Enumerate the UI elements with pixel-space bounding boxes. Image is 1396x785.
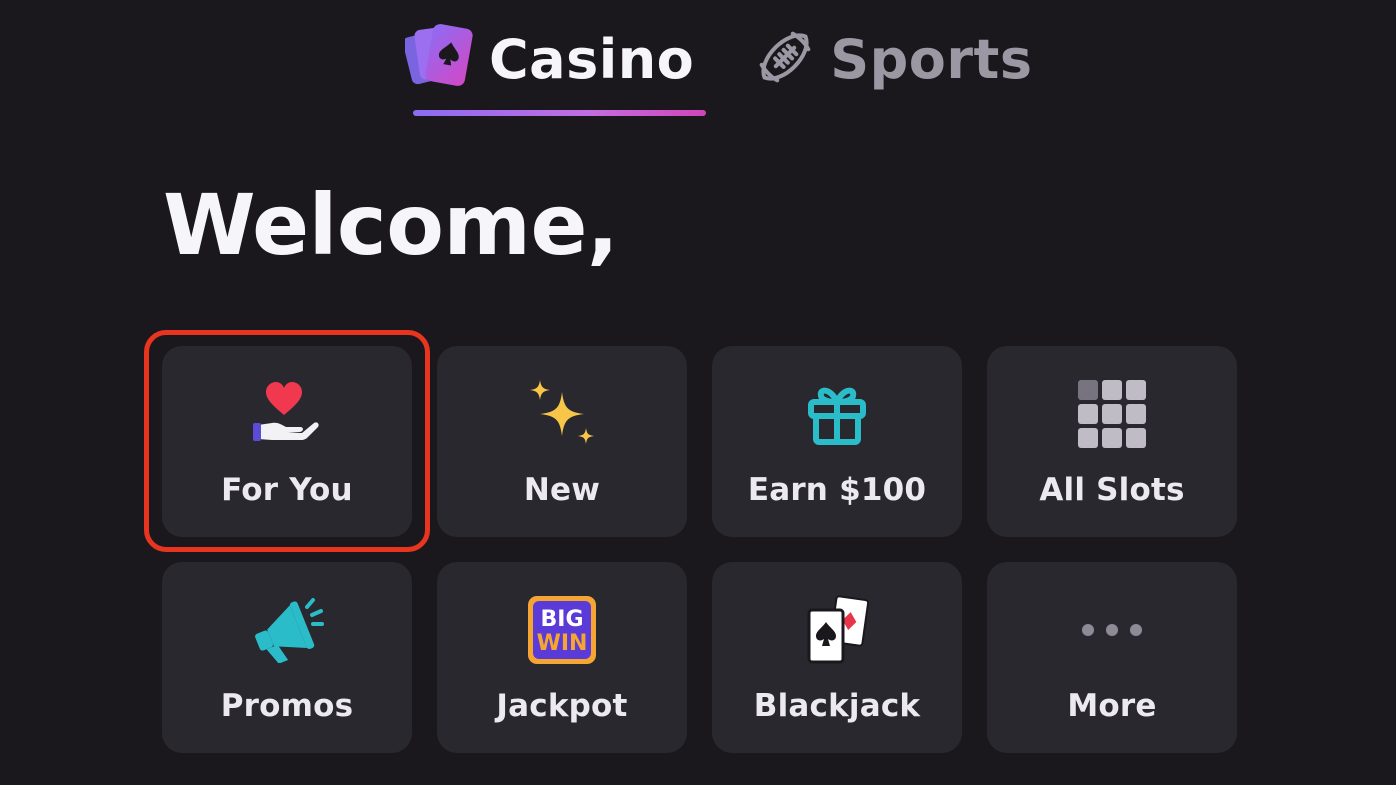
tile-promos[interactable]: Promos bbox=[162, 562, 412, 753]
tile-earn-100[interactable]: Earn $100 bbox=[712, 346, 962, 537]
tile-new-label: New bbox=[523, 472, 601, 508]
top-tabs: Casino Sports bbox=[402, 18, 1033, 116]
tile-earn-100-label: Earn $100 bbox=[747, 472, 927, 508]
tab-sports[interactable]: Sports bbox=[752, 18, 1032, 100]
more-dots-icon bbox=[1070, 588, 1154, 672]
sparkles-icon bbox=[520, 372, 604, 456]
megaphone-icon bbox=[245, 588, 329, 672]
active-tab-indicator bbox=[413, 110, 707, 116]
big-win-line-1: BIG bbox=[540, 607, 583, 632]
tile-blackjack[interactable]: Blackjack bbox=[712, 562, 962, 753]
gift-icon bbox=[795, 372, 879, 456]
casino-home: Casino Sports Welcome, For You New Earn … bbox=[0, 0, 1396, 785]
tab-casino-label: Casino bbox=[489, 27, 695, 91]
tile-more-label: More bbox=[1067, 688, 1157, 724]
tile-blackjack-label: Blackjack bbox=[753, 688, 921, 724]
tile-for-you-label: For You bbox=[221, 472, 353, 508]
tile-jackpot[interactable]: BIG WIN Jackpot bbox=[437, 562, 687, 753]
tile-for-you[interactable]: For You bbox=[144, 330, 430, 552]
big-win-line-2: WIN bbox=[537, 631, 588, 656]
cards-icon bbox=[795, 588, 879, 672]
category-grid: For You New Earn $100 All Slots Promos B… bbox=[144, 330, 1237, 753]
heart-hand-icon bbox=[245, 372, 329, 456]
big-win-icon: BIG WIN bbox=[520, 588, 604, 672]
playing-cards-icon bbox=[402, 20, 477, 98]
tile-promos-label: Promos bbox=[220, 688, 354, 724]
tile-jackpot-label: Jackpot bbox=[496, 688, 628, 724]
tab-casino[interactable]: Casino bbox=[402, 18, 707, 116]
grid-icon bbox=[1070, 372, 1154, 456]
tile-more[interactable]: More bbox=[987, 562, 1237, 753]
tile-all-slots-label: All Slots bbox=[1039, 472, 1185, 508]
tile-new[interactable]: New bbox=[437, 346, 687, 537]
tab-sports-label: Sports bbox=[830, 27, 1033, 91]
welcome-heading: Welcome, bbox=[163, 176, 619, 274]
tile-all-slots[interactable]: All Slots bbox=[987, 346, 1237, 537]
football-icon bbox=[752, 24, 818, 94]
